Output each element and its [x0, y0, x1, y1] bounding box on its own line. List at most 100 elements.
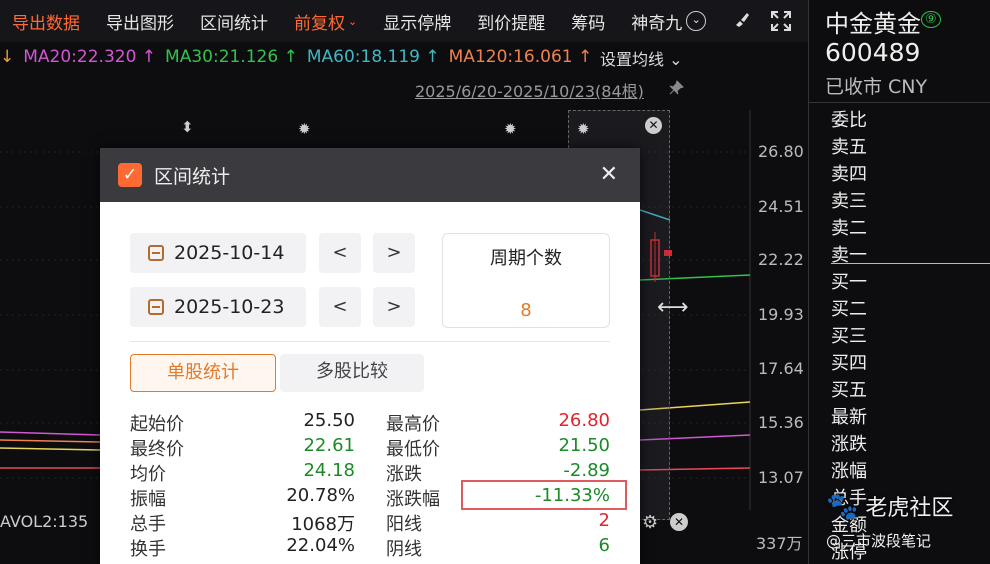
brush-icon[interactable]: [733, 10, 751, 33]
calendar-icon: [148, 245, 164, 261]
divider: [831, 263, 990, 264]
quote-row-label: 买三: [831, 326, 867, 347]
quote-row-label: 买四: [831, 353, 867, 374]
quote-row-label: 卖五: [831, 137, 867, 158]
quote-row-label: 最新: [831, 407, 867, 428]
stat-value: 25.50: [303, 410, 355, 431]
ma-legend: ↓ MA20:22.320 ↑ MA30:21.126 ↑ MA60:18.11…: [0, 44, 601, 70]
date-range-label[interactable]: 2025/6/20-2025/10/23(84根): [415, 78, 644, 102]
start-date: 2025-10-14: [174, 242, 285, 264]
quote-panel: 中金黄金 ⑨ 600489 已收市 CNY 委比 卖五 卖四 卖三 卖二 卖一 买…: [808, 0, 990, 564]
quote-row-label: 买五: [831, 380, 867, 401]
end-date-picker[interactable]: 2025-10-23: [130, 287, 306, 327]
export-chart-button[interactable]: 导出图形: [106, 9, 174, 34]
stat-label: 均价: [130, 464, 166, 485]
pin-icon[interactable]: [668, 80, 684, 100]
ma120-label: MA120:16.061 ↑: [448, 47, 593, 67]
watermark-sub: @三市波段笔记: [826, 532, 932, 550]
stat-label: 最低价: [386, 439, 440, 460]
stock-name-block: 中金黄金 ⑨: [825, 4, 941, 39]
stock-name: 中金黄金: [825, 10, 921, 38]
stat-label: 换手: [130, 539, 166, 560]
dialog-title: 区间统计: [154, 165, 231, 188]
ma30-label: MA30:21.126 ↑: [165, 47, 298, 67]
range-stats-dialog: ✓ 区间统计 ✕ 2025-10-14 < > 2025-10-23 < > 周…: [100, 148, 640, 564]
quote-row-label: 卖四: [831, 164, 867, 185]
range-stats-button[interactable]: 区间统计: [200, 9, 268, 34]
quote-row-label: 卖二: [831, 218, 867, 239]
gear-icon[interactable]: ⚙: [642, 512, 658, 533]
forward-adjust-label: 前复权: [294, 13, 345, 34]
divider: [130, 341, 610, 342]
y-axis-label: 13.07: [758, 468, 804, 487]
divider: [809, 102, 990, 103]
stat-value: 24.18: [303, 460, 355, 481]
y-axis-label: 19.93: [758, 305, 804, 324]
end-next-button[interactable]: >: [373, 287, 415, 327]
forward-adjust-dropdown[interactable]: 前复权 ⌄: [294, 9, 357, 34]
volume-axis-label: 337万: [756, 534, 803, 553]
event-marker-icon[interactable]: ✹: [504, 120, 517, 138]
end-date: 2025-10-23: [174, 296, 285, 318]
chips-button[interactable]: 筹码: [571, 9, 605, 34]
ma60-label: MA60:18.119 ↑: [306, 47, 440, 67]
stat-value: 2: [598, 510, 610, 531]
chevron-down-icon: ⌄: [348, 14, 358, 28]
stat-label: 起始价: [130, 414, 184, 435]
y-axis-label: 15.36: [758, 413, 804, 432]
close-icon[interactable]: ✕: [600, 162, 618, 187]
chevron-circle-icon: ⌄: [686, 11, 707, 31]
stat-value: 21.50: [558, 435, 610, 456]
fullscreen-icon[interactable]: [770, 10, 792, 37]
market-status: 已收市 CNY: [825, 76, 928, 98]
close-selection-icon[interactable]: ✕: [645, 117, 662, 134]
stat-label: 涨跌幅: [386, 489, 440, 510]
stat-label: 涨跌: [386, 464, 422, 485]
close-icon[interactable]: ✕: [670, 513, 688, 531]
ma-settings-dropdown[interactable]: 设置均线 ⌄: [600, 46, 683, 70]
stat-label: 最终价: [130, 439, 184, 460]
start-date-picker[interactable]: 2025-10-14: [130, 233, 306, 273]
export-data-button[interactable]: 导出数据: [12, 9, 80, 34]
period-label: 周期个数: [490, 248, 562, 269]
ma20-label: MA20:22.320 ↑: [23, 47, 157, 67]
volume-indicator-label: AVOL2:135: [0, 512, 89, 531]
drag-handle-icon[interactable]: ⬍: [181, 118, 194, 136]
stat-label: 阳线: [386, 514, 422, 535]
nine-badge: ⑨: [921, 11, 941, 28]
paw-logo-icon: 🐾: [826, 492, 859, 522]
resize-horizontal-icon[interactable]: ⟷: [657, 295, 689, 320]
stat-value: 6: [598, 535, 610, 556]
event-marker-icon[interactable]: ✹: [577, 120, 590, 138]
dialog-header: ✓ 区间统计 ✕: [100, 148, 640, 202]
quote-row-label: 卖三: [831, 191, 867, 212]
stat-label: 总手: [130, 514, 166, 535]
quote-row-label: 买一: [831, 272, 867, 293]
period-count-box: 周期个数 8: [442, 233, 610, 328]
ma-arrow: ↓: [0, 47, 15, 67]
event-marker-icon[interactable]: ✹: [298, 120, 311, 138]
calendar-icon: [148, 299, 164, 315]
show-suspension-button[interactable]: 显示停牌: [383, 9, 451, 34]
end-prev-button[interactable]: <: [319, 287, 361, 327]
start-prev-button[interactable]: <: [319, 233, 361, 273]
stat-value: 22.04%: [286, 535, 355, 556]
y-axis-label: 22.22: [758, 250, 804, 269]
watermark-main: 老虎社区: [865, 496, 954, 521]
highlight-box: [461, 480, 627, 510]
stat-label: 最高价: [386, 414, 440, 435]
start-next-button[interactable]: >: [373, 233, 415, 273]
magic-nine-label: 神奇九: [631, 13, 683, 34]
tab-single-stock[interactable]: 单股统计: [130, 354, 276, 392]
stat-value: 26.80: [558, 410, 610, 431]
stock-code: 600489: [825, 38, 921, 67]
magic-nine-dropdown[interactable]: 神奇九 ⌄: [631, 9, 707, 34]
tab-multi-stock[interactable]: 多股比较: [280, 354, 424, 392]
check-icon: ✓: [118, 163, 142, 187]
stat-value: 20.78%: [286, 485, 355, 506]
y-axis-label: 24.51: [758, 197, 804, 216]
quote-row-label: 涨跌: [831, 434, 867, 455]
quote-row-label: 买二: [831, 299, 867, 320]
price-alert-button[interactable]: 到价提醒: [477, 9, 545, 34]
stat-value: -2.89: [563, 460, 610, 481]
